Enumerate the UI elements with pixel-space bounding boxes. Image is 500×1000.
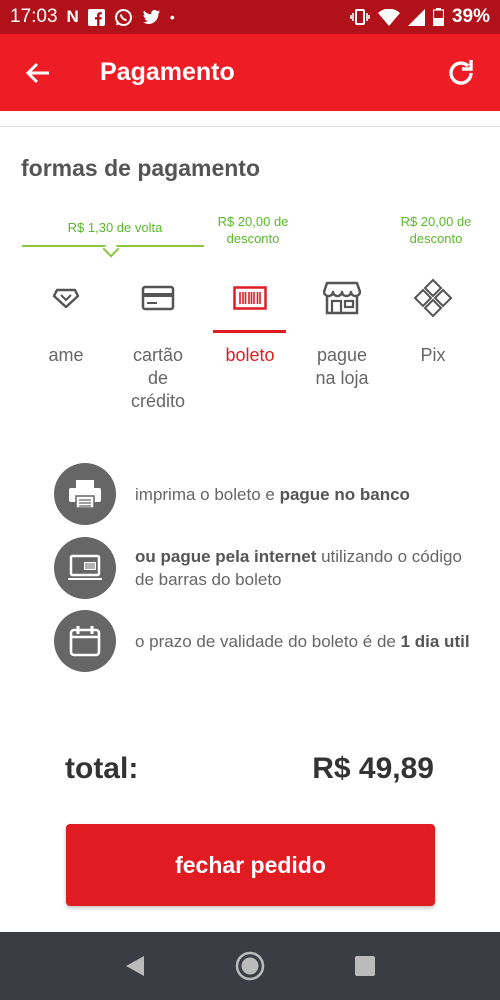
total-label: total: [65,752,139,785]
nav-recents-icon[interactable] [354,955,376,977]
method-credit-card[interactable]: cartão de crédito [113,280,203,413]
promo-cashback: R$ 1,30 de volta [67,220,163,235]
method-label-line-1: cartão [132,345,184,365]
info-text: imprima o boleto e pague no banco [135,484,410,504]
signal-icon [407,8,425,26]
info-internet: ou pague pela internet utilizando o códi… [54,537,474,599]
promo-line-2: desconto [226,231,280,246]
info-text: o prazo de validade do boleto é de 1 dia… [135,631,470,651]
whatsapp-icon [114,8,132,26]
nav-home-icon[interactable] [234,950,266,982]
total-value: R$ 49,89 [312,752,434,785]
method-boleto[interactable]: boleto [205,280,295,367]
method-pix[interactable]: Pix [388,278,478,367]
method-ame[interactable]: ame [21,280,111,367]
promo-line-2: desconto [409,231,463,246]
notification-dot-icon: • [169,9,175,25]
status-bar: 17:03 N • 39% [0,0,500,34]
refresh-button[interactable] [422,34,500,111]
promo-discount-pix: R$ 20,00 de desconto [386,213,486,247]
wifi-icon [377,8,400,26]
method-label-line-3: crédito [130,391,186,411]
method-label-line-2: na loja [315,368,369,388]
info-text: ou pague pela internet utilizando o códi… [135,547,462,589]
barcode-icon [233,286,267,310]
credit-card-icon [141,285,175,311]
heart-icon [52,288,80,309]
section-title: formas de pagamento [21,155,260,181]
status-time: 17:03 [10,6,58,27]
calendar-icon [54,610,116,672]
promo-line-1: R$ 20,00 de [217,214,289,229]
laptop-barcode-icon [54,537,116,599]
pix-icon [413,278,453,318]
battery-icon [432,8,444,26]
promo-caret-icon [102,240,120,258]
promo-line-1: R$ 20,00 de [400,214,472,229]
system-nav-bar [0,932,500,1000]
facebook-icon [87,8,105,26]
info-validity: o prazo de validade do boleto é de 1 dia… [54,610,474,672]
arrow-left-icon [25,62,49,83]
refresh-icon [449,59,473,85]
method-label-line-1: pague [316,345,368,365]
twitter-icon [142,9,160,24]
battery-level: 39% [451,6,490,27]
method-label: Pix [420,345,446,365]
close-order-button[interactable]: fechar pedido [66,824,435,906]
selected-indicator [213,330,286,333]
promo-discount-boleto: R$ 20,00 de desconto [203,213,303,247]
back-button[interactable] [0,34,76,111]
method-label-line-2: de [147,368,169,388]
vibrate-icon [350,9,370,25]
page-title: Pagamento [100,58,235,86]
netflix-icon: N [66,7,79,26]
nav-back-icon[interactable] [124,955,146,977]
app-bar: Pagamento [0,34,500,111]
info-print: imprima o boleto e pague no banco [54,463,474,525]
method-store[interactable]: pague na loja [297,280,387,390]
printer-icon [54,463,116,525]
method-label: boleto [225,345,275,365]
method-label: ame [48,345,84,365]
store-icon [323,281,361,315]
divider [0,126,500,127]
